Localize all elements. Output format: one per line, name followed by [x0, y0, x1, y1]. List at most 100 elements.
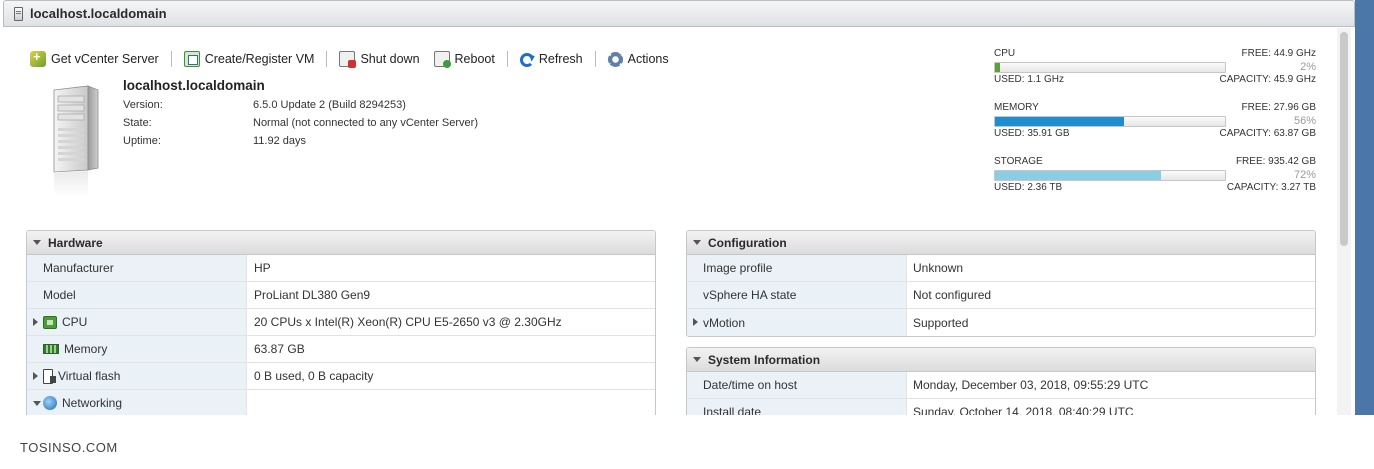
storage-percent: 72%	[1293, 169, 1316, 181]
storage-meter: STORAGE FREE: 935.42 GB 72% USED: 2.36 T…	[994, 156, 1316, 193]
row-key: Image profile	[687, 255, 907, 281]
row-key: Virtual flash	[58, 369, 121, 383]
cpu-icon	[43, 315, 57, 329]
row-value: Supported	[913, 315, 969, 330]
reboot-button[interactable]: Reboot	[433, 51, 495, 68]
row-key: Install date	[687, 399, 907, 415]
row-value: 0 B used, 0 B capacity	[254, 369, 374, 383]
gear-icon	[607, 51, 623, 67]
server-tower-icon	[50, 85, 100, 196]
collapse-icon[interactable]	[33, 401, 41, 406]
row-key: Memory	[64, 342, 108, 356]
toolbar-separator	[506, 51, 508, 67]
cpu-usage-fill	[995, 63, 1000, 72]
row-key: CPU	[62, 315, 88, 329]
row-key-cell: CPU	[27, 309, 247, 335]
hardware-row-model: Model ProLiant DL380 Gen9	[27, 282, 655, 309]
storage-usage-fill	[995, 171, 1161, 180]
cpu-usage-bar	[994, 62, 1226, 73]
row-key: Manufacturer	[27, 255, 247, 281]
row-key: Date/time on host	[687, 372, 907, 398]
scrollbar-thumb[interactable]	[1340, 32, 1348, 246]
hardware-row-cpu[interactable]: CPU 20 CPUs x Intel(R) Xeon(R) CPU E5-26…	[27, 309, 655, 336]
host-name-heading: localhost.localdomain	[123, 78, 265, 93]
create-vm-icon	[183, 51, 200, 67]
cpu-meter: CPU FREE: 44.9 GHz 2% USED: 1.1 GHz CAPA…	[994, 48, 1316, 85]
cpu-free: FREE: 44.9 GHz	[1241, 48, 1316, 59]
system-information-title: System Information	[708, 352, 821, 367]
memory-capacity: CAPACITY: 63.87 GB	[1219, 128, 1316, 139]
row-key: Model	[27, 282, 247, 308]
version-value: 6.5.0 Update 2 (Build 8294253)	[253, 99, 406, 111]
collapse-icon	[693, 357, 701, 362]
actions-button[interactable]: Actions	[607, 51, 669, 67]
config-row-ha-state: vSphere HA state Not configured	[687, 282, 1315, 309]
storage-label: STORAGE	[994, 156, 1043, 167]
memory-label: MEMORY	[994, 102, 1039, 113]
hardware-panel-header[interactable]: Hardware	[27, 231, 655, 255]
network-globe-icon	[43, 396, 57, 410]
hardware-row-networking[interactable]: Networking	[27, 390, 655, 415]
get-vcenter-label: Get vCenter Server	[51, 52, 159, 66]
config-row-vmotion[interactable]: vMotion Supported	[687, 309, 1315, 336]
row-key: vMotion	[687, 309, 907, 336]
configuration-title: Configuration	[708, 235, 787, 250]
row-key-cell: Virtual flash	[27, 363, 247, 389]
memory-percent: 56%	[1293, 115, 1316, 127]
shut-down-button[interactable]: Shut down	[339, 51, 420, 68]
collapse-icon	[693, 240, 701, 245]
hardware-row-manufacturer: Manufacturer HP	[27, 255, 655, 282]
hardware-panel: Hardware Manufacturer HP Model ProLiant …	[26, 230, 656, 415]
sysinfo-row-install-date: Install date Sunday, October 14, 2018, 0…	[687, 399, 1315, 415]
get-vcenter-button[interactable]: Get vCenter Server	[30, 49, 159, 67]
system-information-panel: System Information Date/time on host Mon…	[686, 347, 1316, 415]
row-value: HP	[254, 261, 271, 275]
memory-meter: MEMORY FREE: 27.96 GB 56% USED: 35.91 GB…	[994, 102, 1316, 139]
expand-icon[interactable]	[33, 372, 38, 380]
storage-free: FREE: 935.42 GB	[1235, 156, 1316, 167]
hardware-row-virtual-flash[interactable]: Virtual flash 0 B used, 0 B capacity	[27, 363, 655, 390]
row-value: Unknown	[913, 261, 964, 275]
actions-label: Actions	[627, 52, 669, 66]
row-value: ProLiant DL380 Gen9	[254, 288, 371, 302]
cpu-percent: 2%	[1300, 61, 1316, 73]
watermark: TOSINSO.COM	[20, 440, 118, 455]
expand-icon[interactable]	[693, 318, 698, 326]
memory-free: FREE: 27.96 GB	[1241, 102, 1316, 113]
create-register-vm-button[interactable]: Create/Register VM	[183, 51, 315, 67]
cpu-used: USED: 1.1 GHz	[994, 74, 1065, 85]
row-key: vSphere HA state	[687, 282, 907, 308]
refresh-icon	[519, 52, 534, 67]
memory-used: USED: 35.91 GB	[994, 128, 1070, 139]
refresh-button[interactable]: Refresh	[519, 52, 583, 67]
window-title: localhost.localdomain	[30, 6, 167, 21]
cpu-capacity: CAPACITY: 45.9 GHz	[1219, 74, 1316, 85]
row-value: Sunday, October 14, 2018, 08:40:29 UTC	[913, 405, 1134, 415]
create-register-vm-label: Create/Register VM	[204, 52, 315, 66]
collapse-icon	[33, 240, 41, 245]
expand-icon[interactable]	[33, 318, 38, 326]
host-icon	[14, 6, 23, 21]
toolbar-separator	[594, 51, 596, 67]
config-row-image-profile: Image profile Unknown	[687, 255, 1315, 282]
system-information-panel-header[interactable]: System Information	[687, 348, 1315, 372]
memory-usage-fill	[995, 117, 1124, 126]
shut-down-icon	[339, 51, 357, 68]
right-edge-panel	[1355, 0, 1374, 415]
host-toolbar: Get vCenter Server Create/Register VM Sh…	[30, 49, 669, 69]
state-value: Normal (not connected to any vCenter Ser…	[253, 117, 478, 129]
reboot-icon	[433, 51, 451, 68]
storage-capacity: CAPACITY: 3.27 TB	[1226, 182, 1316, 193]
row-value: Not configured	[913, 288, 992, 302]
vcenter-icon	[30, 49, 46, 67]
toolbar-separator	[170, 51, 172, 67]
memory-icon	[43, 344, 59, 354]
configuration-panel-header[interactable]: Configuration	[687, 231, 1315, 255]
row-key-cell: Networking	[27, 390, 247, 415]
cpu-label: CPU	[994, 48, 1016, 59]
row-key: Networking	[62, 396, 123, 410]
row-key-cell: Memory	[27, 336, 247, 362]
storage-usage-bar	[994, 170, 1226, 181]
row-value: 63.87 GB	[254, 342, 305, 356]
version-label: Version:	[123, 99, 163, 111]
